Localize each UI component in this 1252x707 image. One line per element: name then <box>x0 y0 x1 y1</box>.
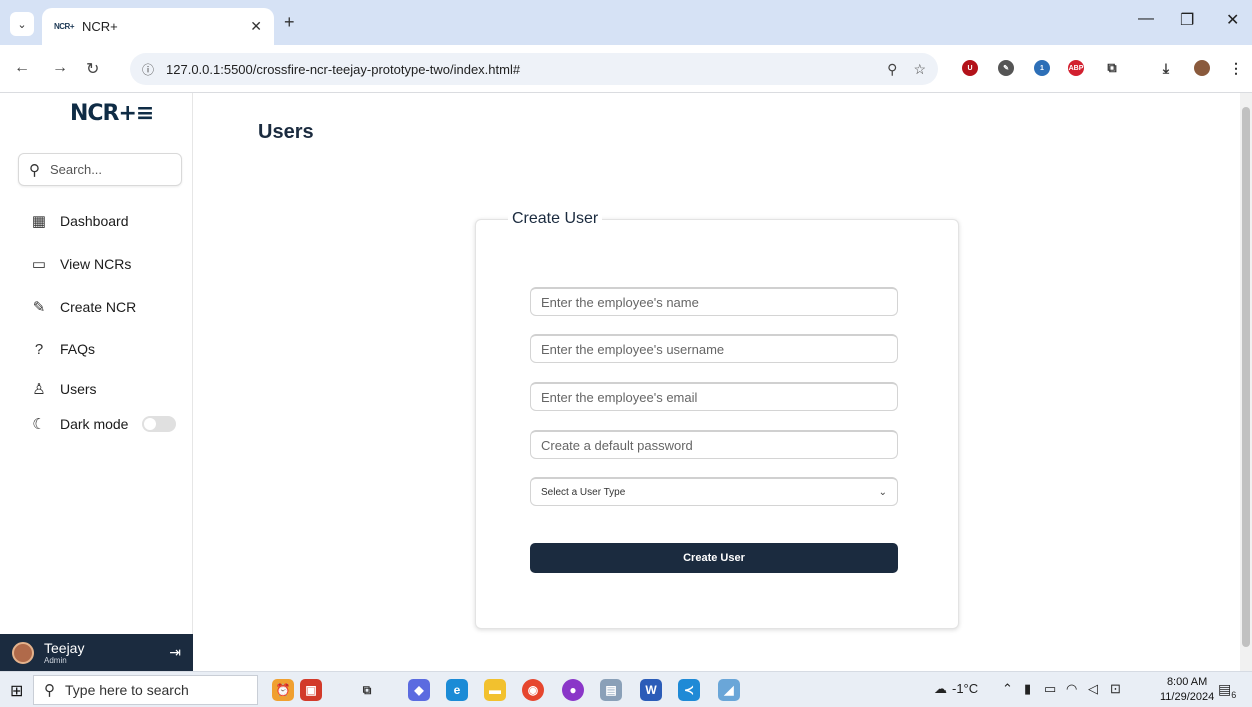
tray-chevron-icon[interactable]: ⌃ <box>1002 681 1013 697</box>
employee-name-field[interactable] <box>530 287 898 316</box>
notification-count: 6 <box>1231 689 1237 700</box>
weather-temp[interactable]: -1°C <box>952 681 978 696</box>
page-title: Users <box>258 121 314 143</box>
sidebar-item-label: Dark mode <box>60 416 129 432</box>
language-icon[interactable]: ⊡ <box>1110 681 1121 697</box>
search-icon: ⚲ <box>44 682 55 699</box>
github-desktop-icon[interactable]: ● <box>562 679 584 701</box>
search-icon: ⚲ <box>29 161 40 179</box>
sidebar-item-label: View NCRs <box>60 256 132 272</box>
app-icon[interactable]: ◢ <box>718 679 740 701</box>
tab-search-button[interactable]: ⌄ <box>10 12 34 36</box>
edge-icon[interactable]: e <box>446 679 468 701</box>
user-type-selected: Select a User Type <box>541 486 626 498</box>
tab-favicon: NCR+ <box>54 22 75 31</box>
clock-time: 8:00 AM <box>1166 676 1208 688</box>
taskbar-search-placeholder: Type here to search <box>65 682 189 698</box>
sidebar-item-label: Create NCR <box>60 299 137 315</box>
site-info-icon[interactable]: ⓘ <box>142 61 154 78</box>
copilot-icon[interactable]: ◆ <box>408 679 430 701</box>
chrome-icon[interactable]: ◉ <box>522 679 544 701</box>
address-bar[interactable]: ⓘ 127.0.0.1:5500/crossfire-ncr-teejay-pr… <box>130 53 938 85</box>
extensions-puzzle-icon[interactable]: ⧉ <box>1104 60 1120 76</box>
extension-icon[interactable]: ✎ <box>998 60 1014 76</box>
url-text: 127.0.0.1:5500/crossfire-ncr-teejay-prot… <box>166 61 521 77</box>
ublock-extension-icon[interactable]: U <box>962 60 978 76</box>
minimize-button[interactable]: — <box>1138 10 1154 28</box>
bookmark-star-icon[interactable]: ☆ <box>913 61 926 78</box>
search-input[interactable] <box>50 162 160 177</box>
user-role: Admin <box>44 655 67 665</box>
adblock-extension-icon[interactable]: ABP <box>1068 60 1084 76</box>
logout-icon[interactable]: ⇥ <box>169 644 181 661</box>
alarm-clock-icon[interactable]: ⏰ <box>272 679 294 701</box>
sidebar-item-label: Users <box>60 381 97 397</box>
file-explorer-icon[interactable]: ▬ <box>484 679 506 701</box>
app-logo[interactable]: NCR+≡ <box>70 101 154 126</box>
download-icon[interactable]: ⤓ <box>1158 60 1174 76</box>
sidebar-item-users[interactable]: ♙ Users <box>28 378 97 400</box>
sidebar-item-label: Dashboard <box>60 213 129 229</box>
dark-mode-toggle[interactable] <box>142 416 177 432</box>
tray-app-icon[interactable]: ▮ <box>1024 681 1031 697</box>
sidebar-item-label: FAQs <box>60 341 96 357</box>
sidebar-item-dashboard[interactable]: ▦ Dashboard <box>28 210 129 232</box>
windows-start-icon[interactable]: ⊞ <box>10 681 23 701</box>
user-icon: ♙ <box>32 381 46 398</box>
weather-icon[interactable]: ☁ <box>934 681 947 697</box>
password-extension-icon[interactable]: 1 <box>1034 60 1050 76</box>
tab-close-icon[interactable]: ✕ <box>250 18 262 35</box>
reload-button[interactable]: ↻ <box>86 59 99 79</box>
menu-kebab-icon[interactable]: ⋮ <box>1228 60 1244 76</box>
profile-avatar[interactable] <box>1194 60 1210 76</box>
task-view-icon[interactable]: ⧉ <box>356 679 378 701</box>
back-button[interactable]: ← <box>14 59 30 77</box>
forward-button[interactable]: → <box>52 59 68 77</box>
employee-username-field[interactable] <box>530 334 898 363</box>
user-name: Teejay <box>44 639 85 656</box>
question-icon: ? <box>34 340 44 358</box>
dashboard-icon: ▦ <box>31 213 47 230</box>
taskbar-search[interactable]: ⚲ Type here to search <box>33 675 258 705</box>
browser-tab-strip: ⌄ NCR+ NCR+ ✕ + — ❐ ✕ <box>0 0 1252 45</box>
employee-email-field[interactable] <box>530 382 898 411</box>
moon-icon: ☾ <box>32 416 46 433</box>
new-tab-button[interactable]: + <box>284 12 295 33</box>
volume-icon[interactable]: ◁ <box>1088 681 1098 697</box>
notification-icon[interactable]: ▤6 <box>1218 681 1236 700</box>
edit-icon: ✎ <box>32 299 46 316</box>
chevron-down-icon: ⌄ <box>878 486 887 498</box>
sidebar-search[interactable]: ⚲ <box>18 153 182 186</box>
scroll-thumb[interactable] <box>1242 107 1250 647</box>
sidebar: NCR+≡ ⚲ ▦ Dashboard ▭ View NCRs ✎ Create… <box>0 93 193 634</box>
sidebar-item-faqs[interactable]: ? FAQs <box>28 338 95 360</box>
clock-date: 11/29/2024 <box>1160 691 1215 703</box>
sidebar-item-view-ncrs[interactable]: ▭ View NCRs <box>28 253 131 275</box>
word-icon[interactable]: W <box>640 679 662 701</box>
wifi-icon[interactable]: ◠ <box>1066 681 1077 697</box>
user-type-select[interactable]: Select a User Type ⌄ <box>530 477 898 506</box>
browser-toolbar: ← → ↻ ⓘ 127.0.0.1:5500/crossfire-ncr-tee… <box>0 45 1252 93</box>
page-scrollbar[interactable] <box>1240 93 1252 671</box>
taskbar-clock[interactable]: 8:00 AM 11/29/2024 <box>1160 675 1214 705</box>
browser-tab[interactable]: NCR+ NCR+ ✕ <box>42 8 274 45</box>
zoom-icon[interactable]: ⚲ <box>887 61 897 78</box>
restore-button[interactable]: ❐ <box>1180 10 1194 30</box>
create-user-button[interactable]: Create User <box>530 543 898 573</box>
default-password-field[interactable] <box>530 430 898 459</box>
close-window-button[interactable]: ✕ <box>1226 10 1239 30</box>
sidebar-item-dark-mode: ☾ Dark mode <box>28 413 177 435</box>
vscode-icon[interactable]: ≺ <box>678 679 700 701</box>
tab-title: NCR+ <box>82 19 118 34</box>
gift-icon[interactable]: ▣ <box>300 679 322 701</box>
sidebar-item-create-ncr[interactable]: ✎ Create NCR <box>28 296 137 318</box>
avatar <box>12 641 34 664</box>
store-icon[interactable]: ▤ <box>600 679 622 701</box>
folder-icon: ▭ <box>31 256 47 273</box>
user-profile-bar: Teejay Admin ⇥ <box>0 634 193 671</box>
taskbar: ⊞ ⚲ Type here to search ⏰ ▣ ⧉ ◆ e ▬ ◉ ● … <box>0 671 1252 707</box>
battery-icon[interactable]: ▭ <box>1044 681 1056 697</box>
form-legend: Create User <box>508 210 603 228</box>
toggle-knob <box>144 418 157 430</box>
